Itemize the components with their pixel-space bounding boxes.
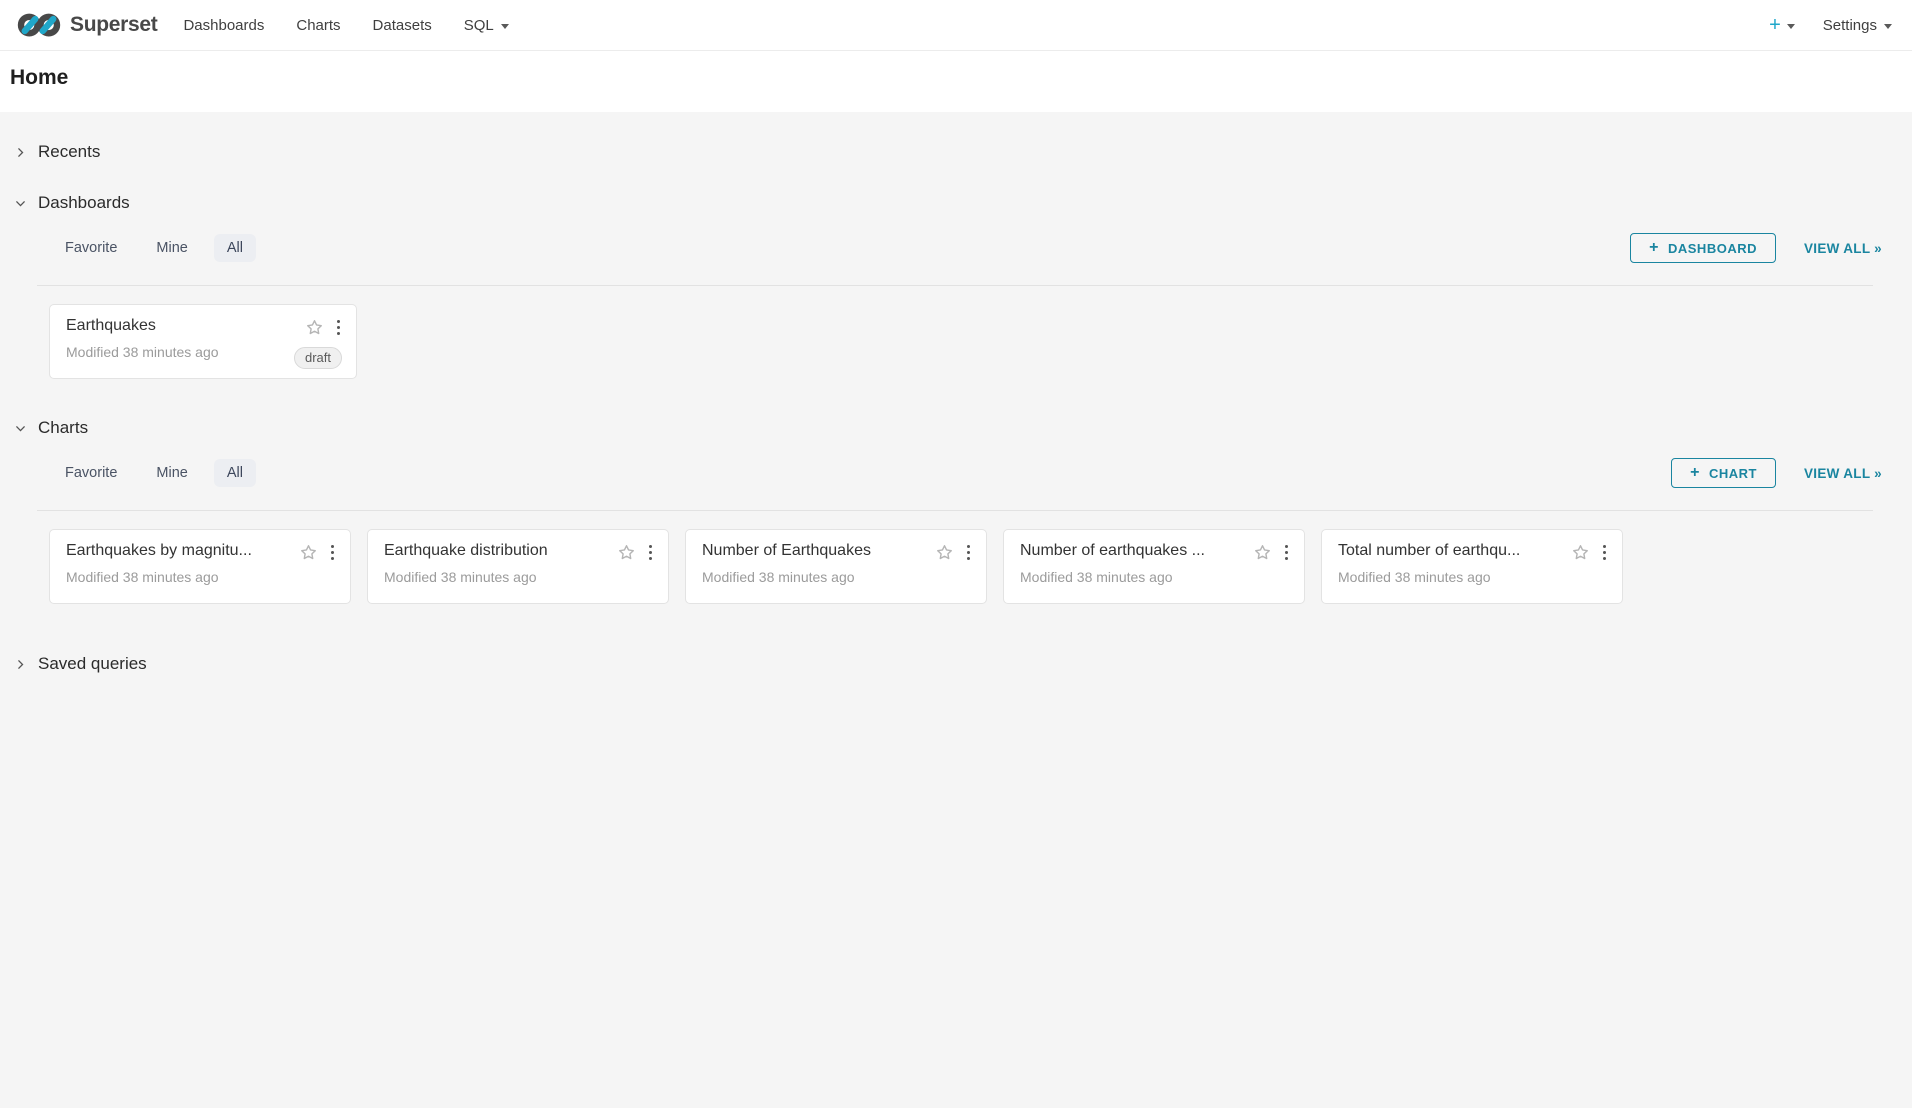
dashboards-filter-tabs: Favorite Mine All <box>52 234 269 262</box>
caret-down-icon <box>1787 24 1795 29</box>
new-dashboard-button[interactable]: + DASHBOARD <box>1630 233 1776 263</box>
chevron-down-icon <box>14 197 27 210</box>
divider <box>37 285 1873 286</box>
dashboards-actions: + DASHBOARD VIEW ALL » <box>1630 233 1882 263</box>
top-nav: Superset Dashboards Charts Datasets SQL … <box>0 0 1912 51</box>
charts-actions: + CHART VIEW ALL » <box>1671 458 1882 488</box>
settings-label: Settings <box>1823 17 1877 34</box>
view-all-charts-link[interactable]: VIEW ALL » <box>1804 466 1882 481</box>
section-dashboards: Dashboards Favorite Mine All + DASHBOARD… <box>0 191 1912 379</box>
home-content: Recents Dashboards Favorite Mine All + D… <box>0 140 1912 676</box>
card-modified-text: Modified 38 minutes ago <box>384 569 654 585</box>
caret-down-icon <box>501 24 509 29</box>
page-title: Home <box>10 66 1902 90</box>
chart-card[interactable]: Number of Earthquakes Modified 38 minute… <box>685 529 987 604</box>
section-recents: Recents <box>0 140 1912 164</box>
tab-favorite[interactable]: Favorite <box>52 459 130 487</box>
tab-favorite[interactable]: Favorite <box>52 234 130 262</box>
favorite-star-icon[interactable] <box>935 543 954 562</box>
tab-all[interactable]: All <box>214 234 256 262</box>
new-item-menu[interactable]: + <box>1769 15 1795 35</box>
nav-item-sql-menu[interactable]: SQL <box>448 0 525 50</box>
charts-filter-tabs: Favorite Mine All <box>52 459 269 487</box>
card-modified-text: Modified 38 minutes ago <box>1020 569 1290 585</box>
new-chart-label: CHART <box>1709 466 1757 481</box>
tab-all[interactable]: All <box>214 459 256 487</box>
superset-infinity-icon <box>16 10 62 40</box>
section-label: Dashboards <box>38 193 130 213</box>
caret-down-icon <box>1884 24 1892 29</box>
plus-icon: + <box>1649 240 1659 256</box>
main-menu: Dashboards Charts Datasets SQL <box>167 0 524 50</box>
chart-card[interactable]: Total number of earthqu... Modified 38 m… <box>1321 529 1623 604</box>
chart-card[interactable]: Earthquakes by magnitu... Modified 38 mi… <box>49 529 351 604</box>
charts-toolbar: Favorite Mine All + CHART VIEW ALL » <box>52 458 1882 488</box>
dashboards-card-list: Earthquakes Modified 38 minutes ago dra <box>49 304 1912 379</box>
card-title[interactable]: Earthquake distribution <box>384 542 548 560</box>
settings-menu[interactable]: Settings <box>1823 17 1892 34</box>
section-label: Charts <box>38 418 88 438</box>
nav-item-sql-label: SQL <box>464 17 494 34</box>
nav-item-charts[interactable]: Charts <box>280 0 356 50</box>
charts-card-list: Earthquakes by magnitu... Modified 38 mi… <box>49 529 1912 604</box>
section-dashboards-toggle[interactable]: Dashboards <box>0 191 1912 215</box>
nav-right-group: + Settings <box>1769 15 1896 35</box>
favorite-star-icon[interactable] <box>1253 543 1272 562</box>
chart-card[interactable]: Number of earthquakes ... Modified 38 mi… <box>1003 529 1305 604</box>
section-charts-toggle[interactable]: Charts <box>0 416 1912 440</box>
plus-icon: + <box>1769 15 1781 35</box>
kebab-menu-icon[interactable] <box>1601 544 1609 562</box>
card-title[interactable]: Earthquakes by magnitu... <box>66 542 252 560</box>
brand-name: Superset <box>70 13 157 37</box>
chevron-right-icon <box>14 658 27 671</box>
kebab-menu-icon[interactable] <box>329 544 337 562</box>
favorite-star-icon[interactable] <box>617 543 636 562</box>
kebab-menu-icon[interactable] <box>335 319 343 337</box>
new-dashboard-label: DASHBOARD <box>1668 241 1757 256</box>
section-saved-queries-toggle[interactable]: Saved queries <box>0 652 1912 676</box>
card-modified-text: Modified 38 minutes ago <box>702 569 972 585</box>
nav-item-datasets[interactable]: Datasets <box>357 0 448 50</box>
chevron-right-icon <box>14 146 27 159</box>
card-title[interactable]: Number of Earthquakes <box>702 542 871 560</box>
favorite-star-icon[interactable] <box>1571 543 1590 562</box>
favorite-star-icon[interactable] <box>305 318 324 337</box>
dashboard-card[interactable]: Earthquakes Modified 38 minutes ago dra <box>49 304 357 379</box>
chart-card[interactable]: Earthquake distribution Modified 38 minu… <box>367 529 669 604</box>
draft-badge: draft <box>294 347 342 369</box>
section-charts: Charts Favorite Mine All + CHART VIEW AL… <box>0 416 1912 604</box>
tab-mine[interactable]: Mine <box>143 459 200 487</box>
nav-item-dashboards[interactable]: Dashboards <box>167 0 280 50</box>
new-chart-button[interactable]: + CHART <box>1671 458 1776 488</box>
page-header: Home <box>0 51 1912 112</box>
divider <box>37 510 1873 511</box>
chevron-down-icon <box>14 422 27 435</box>
kebab-menu-icon[interactable] <box>965 544 973 562</box>
favorite-star-icon[interactable] <box>299 543 318 562</box>
view-all-dashboards-link[interactable]: VIEW ALL » <box>1804 241 1882 256</box>
kebab-menu-icon[interactable] <box>1283 544 1291 562</box>
card-modified-text: Modified 38 minutes ago <box>66 569 336 585</box>
section-recents-toggle[interactable]: Recents <box>0 140 1912 164</box>
card-modified-text: Modified 38 minutes ago <box>1338 569 1608 585</box>
card-title[interactable]: Number of earthquakes ... <box>1020 542 1205 560</box>
section-label: Recents <box>38 142 100 162</box>
superset-logo[interactable]: Superset <box>16 10 157 40</box>
card-title[interactable]: Earthquakes <box>66 317 156 335</box>
tab-mine[interactable]: Mine <box>143 234 200 262</box>
section-label: Saved queries <box>38 654 147 674</box>
plus-icon: + <box>1690 465 1700 481</box>
dashboards-toolbar: Favorite Mine All + DASHBOARD VIEW ALL » <box>52 233 1882 263</box>
section-saved-queries: Saved queries <box>0 652 1912 676</box>
kebab-menu-icon[interactable] <box>647 544 655 562</box>
card-title[interactable]: Total number of earthqu... <box>1338 542 1520 560</box>
